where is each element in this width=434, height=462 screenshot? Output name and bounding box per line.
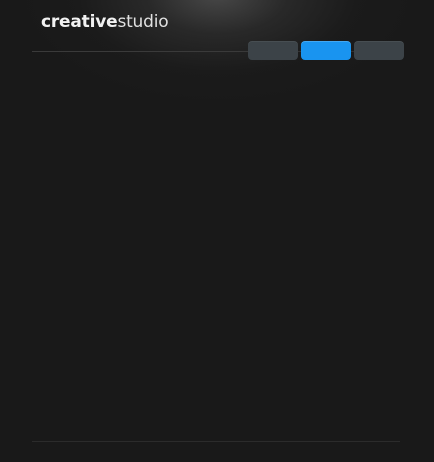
nav-tab-1[interactable] (248, 41, 298, 60)
brand-logo-bold: creative (41, 12, 118, 32)
main-nav (248, 41, 404, 60)
footer-divider (32, 441, 400, 442)
nav-tab-3[interactable] (354, 41, 404, 60)
brand-logo-light: studio (117, 12, 169, 32)
site-header: creativestudio (0, 0, 434, 60)
nav-tab-2-active[interactable] (301, 41, 351, 60)
brand-logo[interactable]: creativestudio (41, 12, 169, 32)
